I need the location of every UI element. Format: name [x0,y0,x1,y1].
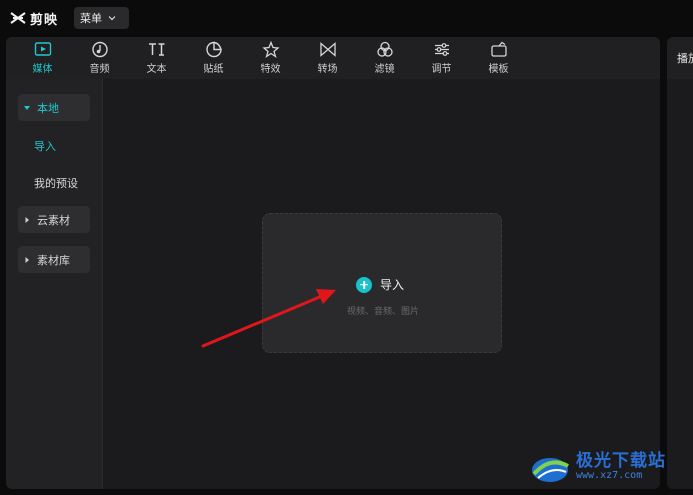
sticker-icon [205,41,222,58]
tab-label: 模板 [488,64,509,75]
tab-label: 转场 [317,64,338,75]
chevron-down-icon [108,16,116,21]
tab-transition[interactable]: 转场 [299,37,356,79]
sidebar-item-local[interactable]: 本地 [18,94,90,121]
watermark-logo-icon [532,457,569,482]
sidebar-item-import[interactable]: 导入 [18,132,90,159]
import-hint: 视频、音频、图片 [346,307,419,317]
audio-icon [91,41,108,58]
import-dropzone[interactable]: 导入 视频、音频、图片 [262,213,502,353]
tab-label: 调节 [431,64,452,75]
menu-label: 菜单 [80,12,103,25]
watermark-name: 极光下载站 [576,451,666,472]
sidebar-item-label: 素材库 [37,253,70,267]
tab-adjust[interactable]: 调节 [413,37,470,79]
caret-right-icon [25,216,29,223]
caret-down-icon [24,105,30,110]
import-label: 导入 [380,278,405,292]
tab-template[interactable]: 模板 [470,37,527,79]
transition-icon [319,42,336,57]
tab-label: 特效 [260,64,281,75]
watermark-url: www.xz7.com [576,470,643,482]
tab-label: 媒体 [32,64,53,75]
tab-label: 滤镜 [374,64,395,75]
media-sidebar: 本地 导入 我的预设 云素材 素材库 [6,79,103,489]
effects-icon [261,41,280,58]
caret-right-icon [25,256,29,263]
tab-filter[interactable]: 滤镜 [356,37,413,79]
capcut-logo-icon [10,12,26,24]
tab-media[interactable]: 媒体 [14,37,71,79]
watermark: 极光下载站 www.xz7.com [528,440,693,495]
title-bar: 剪映 菜单 [0,0,693,36]
app-logo: 剪映 [10,9,58,28]
sidebar-item-my-presets[interactable]: 我的预设 [18,169,90,196]
template-icon [490,41,507,57]
sidebar-item-library[interactable]: 素材库 [18,246,90,273]
player-title: 播放器 [667,37,693,79]
tab-label: 音频 [89,64,110,75]
media-panel: 媒体 音频 文本 贴纸 特效 转场 滤镜 调节 模板 本地 导入 我的预设 云素… [6,37,660,489]
tab-sticker[interactable]: 贴纸 [185,37,242,79]
tab-audio[interactable]: 音频 [71,37,128,79]
player-panel: 播放器 [667,37,693,489]
tab-label: 贴纸 [203,64,224,75]
media-icon [34,42,51,56]
import-button[interactable]: 导入 [356,276,404,293]
sidebar-item-label: 导入 [34,139,56,153]
sidebar-item-label: 云素材 [37,213,70,227]
toolbar: 媒体 音频 文本 贴纸 特效 转场 滤镜 调节 模板 [6,37,660,79]
adjust-icon [434,43,449,56]
tab-text[interactable]: 文本 [128,37,185,79]
media-content: 导入 视频、音频、图片 [104,79,660,489]
tab-effects[interactable]: 特效 [242,37,299,79]
tab-label: 文本 [146,64,167,75]
sidebar-item-cloud-assets[interactable]: 云素材 [18,206,90,233]
app-title: 剪映 [30,12,59,28]
text-icon [148,43,164,56]
plus-icon [356,276,372,293]
menu-button[interactable]: 菜单 [74,7,130,29]
sidebar-item-label: 我的预设 [34,176,78,190]
filter-icon [376,41,393,57]
sidebar-item-label: 本地 [37,101,59,115]
